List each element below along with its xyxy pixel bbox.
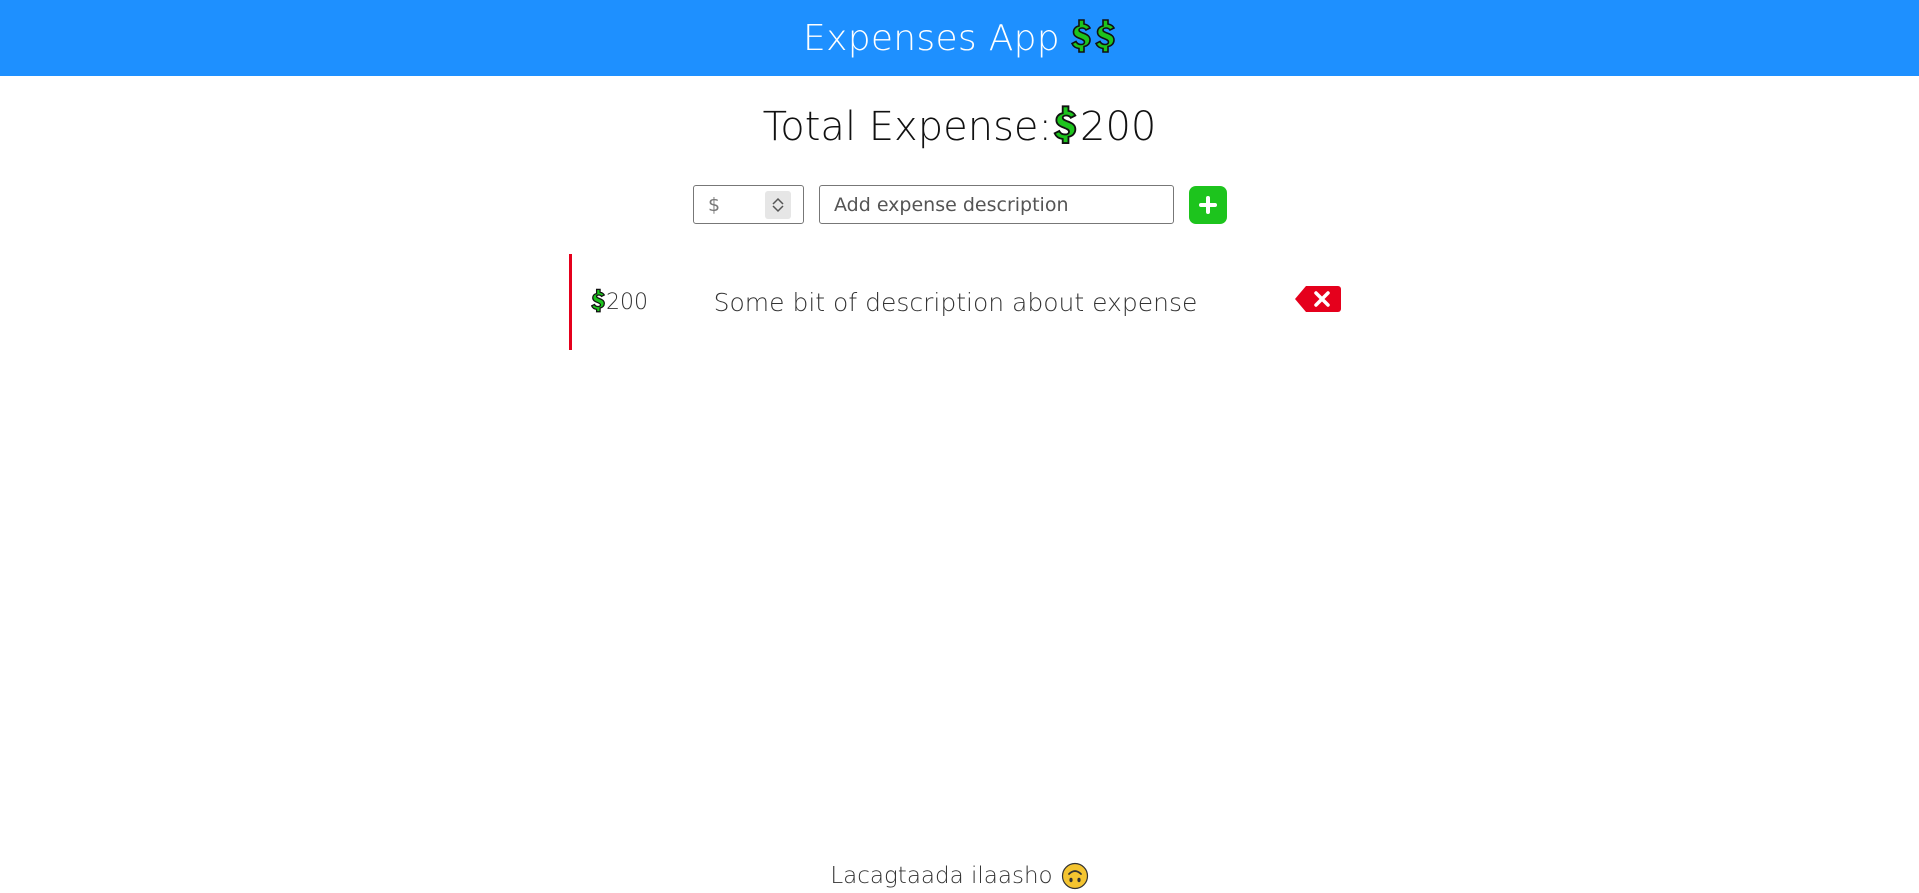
upside-down-smiley-icon [1061, 862, 1088, 890]
chevron-down-icon[interactable] [772, 204, 784, 213]
amount-input[interactable]: $ [693, 185, 804, 224]
header-icons [1070, 18, 1116, 58]
delete-expense-button[interactable] [1294, 285, 1342, 313]
total-amount: 200 [1080, 104, 1157, 150]
add-expense-button[interactable] [1189, 185, 1227, 224]
chevron-up-icon[interactable] [772, 197, 784, 205]
amount-placeholder: $ [708, 193, 721, 216]
footer: Lacagtaada ilaasho [0, 862, 1919, 890]
dollar-icon [1053, 105, 1077, 145]
backspace-delete-icon [1295, 286, 1341, 312]
total-label: Total Expense: [762, 104, 1052, 150]
description-input[interactable]: Add expense description [819, 185, 1174, 224]
header-title-group: Expenses App [803, 18, 1116, 59]
dollar-icon [1070, 19, 1092, 53]
app-header: Expenses App [0, 0, 1919, 76]
dollar-icon [1094, 19, 1116, 53]
footer-text: Lacagtaada ilaasho [830, 863, 1053, 889]
app-title: Expenses App [803, 17, 1060, 59]
expense-description: Some bit of description about expense [713, 288, 1198, 317]
expense-list-item: 200 Some bit of description about expens… [569, 254, 1342, 350]
add-expense-form: $ Add expense description [693, 185, 1227, 224]
description-placeholder: Add expense description [834, 193, 1069, 216]
plus-icon [1199, 195, 1217, 214]
total-expense: Total Expense: 200 [0, 104, 1919, 150]
number-spinner[interactable] [765, 190, 791, 219]
